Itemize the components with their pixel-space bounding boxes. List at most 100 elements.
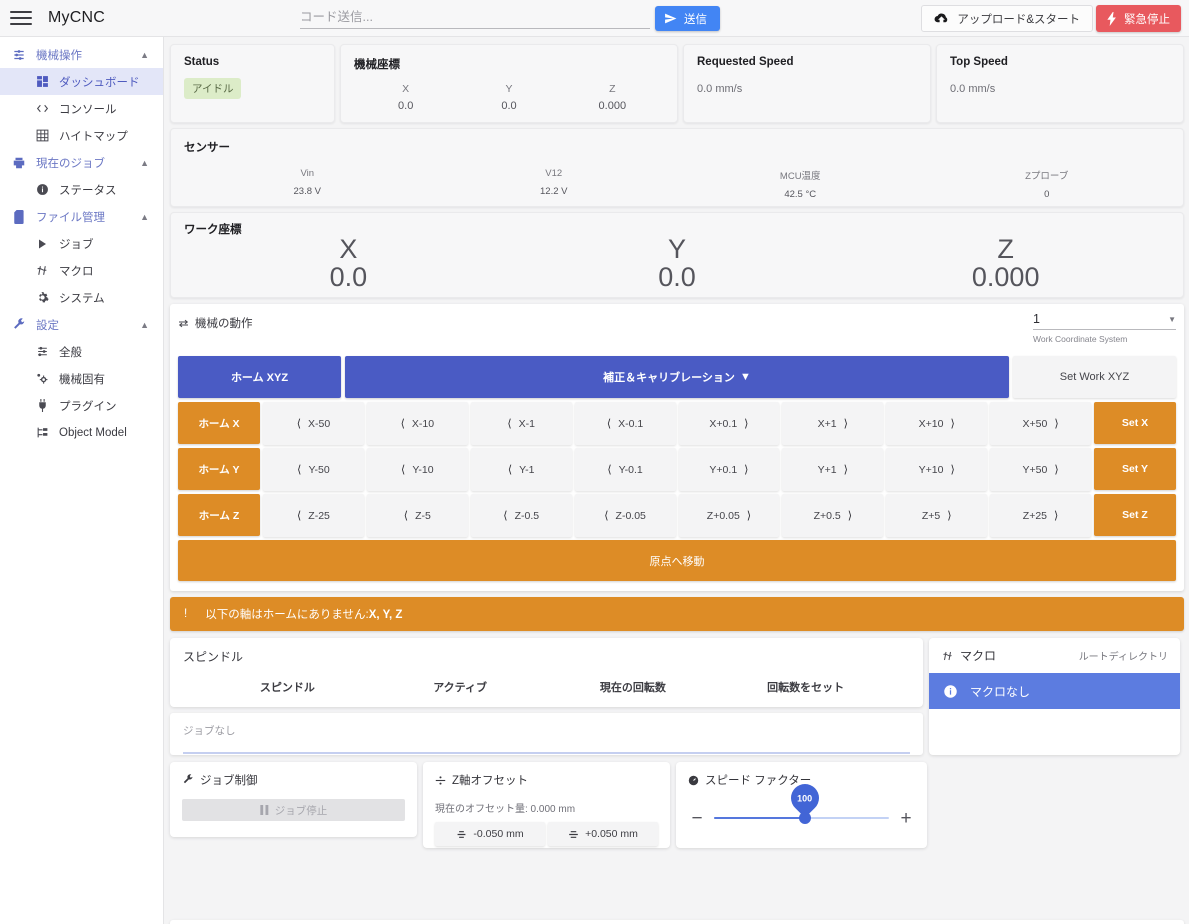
alert-axes: X, Y, Z [368,609,403,621]
compensation-label: 補正＆キャリブレーション [603,372,735,384]
sliders-icon [8,48,30,62]
jog-x-minus-10-button[interactable]: ⟨ X-10 [366,402,468,445]
offset-down-icon [456,829,467,840]
sidebar-group-current-job[interactable]: 現在のジョブ ▲ [0,149,163,176]
jog-x-plus-1-button[interactable]: X+1 ⟩ [782,402,884,445]
chevron-down-icon: ▼ [739,371,751,383]
stop-job-button[interactable]: ジョブ停止 [182,799,405,821]
sidebar-item-console[interactable]: コンソール [0,95,163,122]
home-z-button[interactable]: ホーム Z [178,494,260,536]
machine-axis-y: Y 0.0 [457,83,560,112]
set-y-button[interactable]: Set Y [1094,448,1176,490]
chevron-left-icon: ⟨ [401,464,406,476]
go-to-origin-button[interactable]: 原点へ移動 [178,540,1176,581]
axis-value: 0.0 [398,100,414,112]
set-work-xyz-button[interactable]: Set Work XYZ [1013,356,1176,398]
job-progress-card: ジョブなし [170,713,923,755]
home-xyz-button[interactable]: ホーム XYZ [178,356,341,398]
work-coordinate-system-select[interactable]: 1 ▼ [1033,312,1176,330]
speed-factor-increase-button[interactable]: + [897,809,915,828]
jog-z-plus-5-button[interactable]: Z+5 ⟩ [886,494,988,537]
sidebar-item-general[interactable]: 全般 [0,338,163,365]
jog-y-plus-0.1-button[interactable]: Y+0.1 ⟩ [678,448,780,491]
wcs-helper-label: Work Coordinate System [1033,334,1128,344]
home-x-button[interactable]: ホーム X [178,402,260,444]
sidebar-group-machine-operation[interactable]: 機械操作 ▲ [0,41,163,68]
code-send-input[interactable] [300,8,650,29]
sidebar-group-settings[interactable]: 設定 ▲ [0,311,163,338]
sidebar-item-status[interactable]: ステータス [0,176,163,203]
jog-y-minus-10-button[interactable]: ⟨ Y-10 [366,448,468,491]
axis-label: Y [505,83,513,95]
speed-factor-decrease-button[interactable]: − [688,809,706,828]
sidebar-item-machine-specific[interactable]: 機械固有 [0,365,163,392]
home-xyz-label: ホーム XYZ [230,372,289,384]
go-to-origin-label: 原点へ移動 [649,555,705,568]
emergency-stop-button[interactable]: 緊急停止 [1096,5,1181,32]
tree-icon [32,426,52,439]
sidebar-item-dashboard[interactable]: ダッシュボード [0,68,163,95]
jog-label: Z-25 [308,509,330,522]
jog-z-plus-25-button[interactable]: Z+25 ⟩ [990,494,1091,537]
z-offset-decrease-button[interactable]: -0.050 mm [435,822,545,846]
machine-operations-title-wrap: 機械の動作 [178,315,253,331]
chevron-down-icon: ▼ [1168,314,1176,324]
jog-x-minus-0.1-button[interactable]: ⟨ X-0.1 [574,402,676,445]
exclamation-icon: ! [184,608,188,620]
jog-y-minus-0.1-button[interactable]: ⟨ Y-0.1 [574,448,676,491]
jog-x-plus-50-button[interactable]: X+50 ⟩ [990,402,1091,445]
speed-factor-slider[interactable]: 100 [714,778,889,828]
sidebar-item-object-model[interactable]: Object Model [0,419,163,446]
speed-factor-title: スピード ファクター [705,775,812,787]
chevron-left-icon: ⟨ [403,510,409,522]
jog-z-plus-0.5-button[interactable]: Z+0.5 ⟩ [782,494,884,537]
jog-z-minus-25-button[interactable]: ⟨ Z-25 [263,494,364,537]
jog-y-plus-1-button[interactable]: Y+1 ⟩ [782,448,884,491]
set-z-button[interactable]: Set Z [1094,494,1176,536]
set-work-xyz-label: Set Work XYZ [1059,371,1130,383]
sidebar-item-macros[interactable]: マクロ [0,257,163,284]
jog-y-minus-1-button[interactable]: ⟨ Y-1 [470,448,572,491]
z-offset-decrease-label: -0.050 mm [473,828,524,840]
sensors-title: センサー [184,142,230,154]
send-code-button[interactable]: 送信 [655,6,720,31]
menu-hamburger-icon[interactable] [10,7,32,29]
sidebar-item-system[interactable]: システム [0,284,163,311]
jog-z-plus-0.05-button[interactable]: Z+0.05 ⟩ [678,494,780,537]
chevron-left-icon: ⟨ [607,464,612,476]
upload-button-label: アップロード&スタート [957,13,1080,26]
compensation-calibration-button[interactable]: 補正＆キャリブレーション ▼ [345,356,1009,398]
home-y-label: ホーム Y [198,463,240,476]
jog-z-minus-0.5-button[interactable]: ⟨ Z-0.5 [470,494,572,537]
bolt-icon [1107,11,1117,26]
z-offset-increase-button[interactable]: +0.050 mm [548,822,658,846]
upload-and-start-button[interactable]: アップロード&スタート [921,5,1093,32]
macro-icon [32,264,52,277]
sidebar-item-plugins[interactable]: プラグイン [0,392,163,419]
jog-x-minus-1-button[interactable]: ⟨ X-1 [470,402,572,445]
sidebar-item-jobs[interactable]: ジョブ [0,230,163,257]
jog-y-plus-50-button[interactable]: Y+50 ⟩ [990,448,1091,491]
gear-icon [32,291,52,304]
set-x-button[interactable]: Set X [1094,402,1176,444]
sidebar: 機械操作 ▲ ダッシュボード コンソール ハイトマップ 現在のジョブ ▲ ステー… [0,37,164,924]
jog-y-minus-50-button[interactable]: ⟨ Y-50 [263,448,364,491]
home-y-button[interactable]: ホーム Y [178,448,260,490]
macro-empty-item[interactable]: マクロなし [929,673,1180,709]
sidebar-item-heightmap[interactable]: ハイトマップ [0,122,163,149]
jog-x-plus-10-button[interactable]: X+10 ⟩ [886,402,988,445]
sensor-value: 0 [1044,189,1050,200]
jog-y-plus-10-button[interactable]: Y+10 ⟩ [886,448,988,491]
slider-knob[interactable] [799,812,811,824]
machine-axis-x: X 0.0 [354,83,457,112]
jog-x-minus-50-button[interactable]: ⟨ X-50 [263,402,364,445]
code-brackets-icon [32,102,52,115]
sidebar-group-file-management[interactable]: ファイル管理 ▲ [0,203,163,230]
jog-row-y: ホーム Y ⟨ Y-50 ⟨ Y-10 ⟨ Y-1 ⟨ Y-0.1 Y+0.1 ⟩ Y+1… [178,448,1176,491]
chevron-right-icon: ⟩ [1054,510,1059,522]
jog-x-plus-0.1-button[interactable]: X+0.1 ⟩ [678,402,780,445]
jog-z-minus-5-button[interactable]: ⟨ Z-5 [366,494,468,537]
job-control-title: ジョブ制御 [200,775,258,787]
jog-z-minus-0.05-button[interactable]: ⟨ Z-0.05 [574,494,676,537]
set-y-label: Set Y [1121,463,1149,475]
